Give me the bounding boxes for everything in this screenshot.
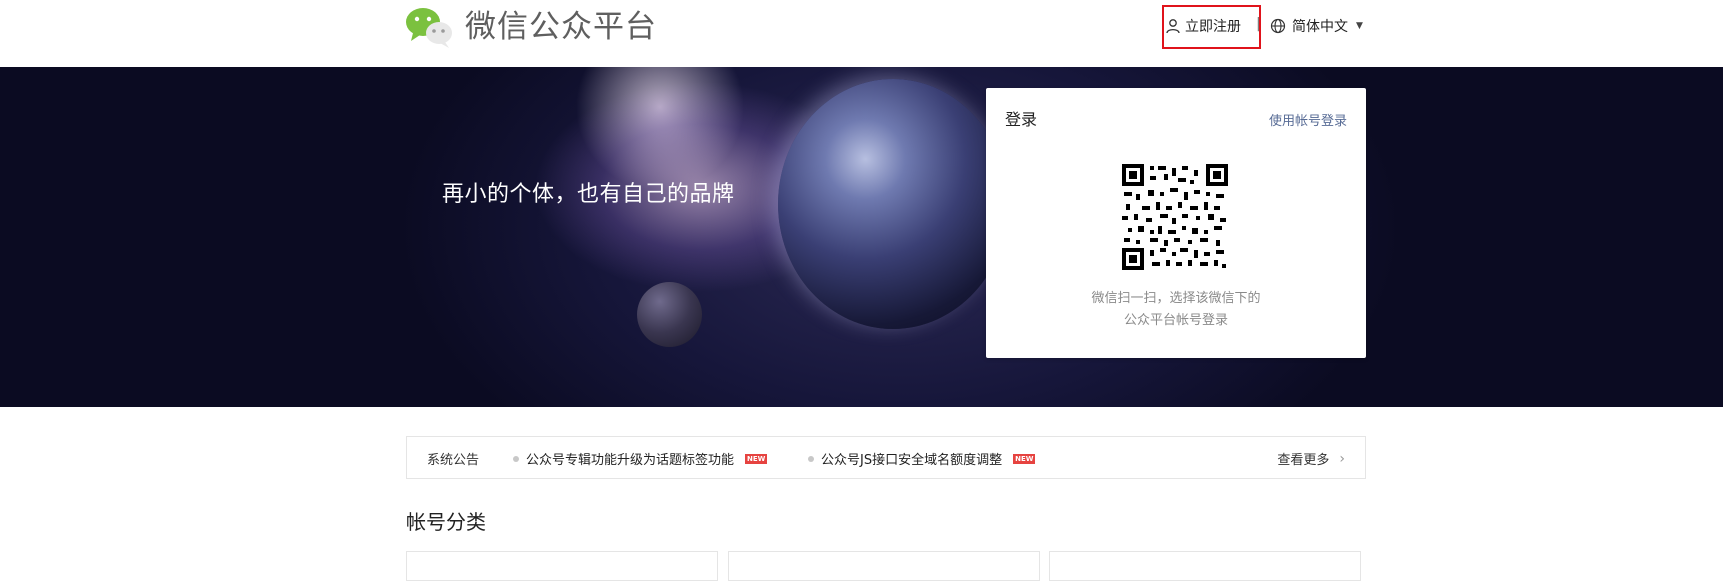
brand-title: 微信公众平台 — [465, 9, 657, 45]
new-badge: NEW — [745, 453, 768, 464]
qr-hint-line1: 微信扫一扫，选择该微信下的 — [1091, 291, 1261, 306]
header-separator: | — [1256, 16, 1261, 32]
qr-code-icon — [1120, 162, 1230, 272]
login-card: 登录 使用帐号登录 微信扫一扫，选择该微信下的 公众平台帐号登录 — [986, 88, 1366, 358]
register-label: 立即注册 — [1185, 19, 1241, 35]
wechat-logo-icon[interactable] — [405, 5, 453, 49]
hero-banner — [0, 67, 1723, 407]
login-title: 登录 — [1005, 110, 1038, 129]
chevron-right-icon: › — [1339, 450, 1345, 467]
language-selector[interactable]: 简体中文 ▼ — [1270, 16, 1363, 36]
register-link[interactable]: 立即注册 — [1165, 16, 1241, 36]
account-login-link[interactable]: 使用帐号登录 — [1269, 110, 1347, 129]
caret-down-icon: ▼ — [1356, 21, 1363, 31]
section-title: 帐号分类 — [406, 510, 486, 534]
globe-icon — [1270, 18, 1286, 34]
notice-item-text: 公众号专辑功能升级为话题标签功能 — [526, 453, 735, 468]
top-header: 微信公众平台 立即注册 | 简体中文 ▼ — [0, 0, 1723, 66]
account-type-card[interactable] — [1049, 551, 1361, 581]
bullet-dot-icon — [808, 455, 814, 462]
banner-slogan: 再小的个体，也有自己的品牌 — [442, 182, 735, 207]
system-notice-bar: 系统公告 公众号专辑功能升级为话题标签功能 NEW 公众号JS接口安全域名额度调… — [406, 436, 1366, 479]
planet-image — [778, 79, 1008, 329]
moon-image — [637, 282, 702, 347]
account-type-card[interactable] — [728, 551, 1040, 581]
user-icon — [1166, 19, 1180, 34]
notice-label: 系统公告 — [427, 453, 480, 468]
new-badge: NEW — [1013, 453, 1036, 464]
notice-item-text: 公众号JS接口安全域名额度调整 — [821, 453, 1003, 468]
notice-item[interactable]: 公众号专辑功能升级为话题标签功能 NEW — [513, 449, 768, 468]
bullet-dot-icon — [513, 455, 519, 462]
language-label: 简体中文 — [1292, 19, 1348, 35]
view-more-link[interactable]: 查看更多 › — [1277, 449, 1345, 469]
qr-hint: 微信扫一扫，选择该微信下的 公众平台帐号登录 — [986, 288, 1366, 332]
qr-hint-line2: 公众平台帐号登录 — [1123, 313, 1228, 328]
account-type-card[interactable] — [406, 551, 718, 581]
notice-item[interactable]: 公众号JS接口安全域名额度调整 NEW — [808, 449, 1036, 468]
view-more-label: 查看更多 — [1277, 453, 1330, 468]
